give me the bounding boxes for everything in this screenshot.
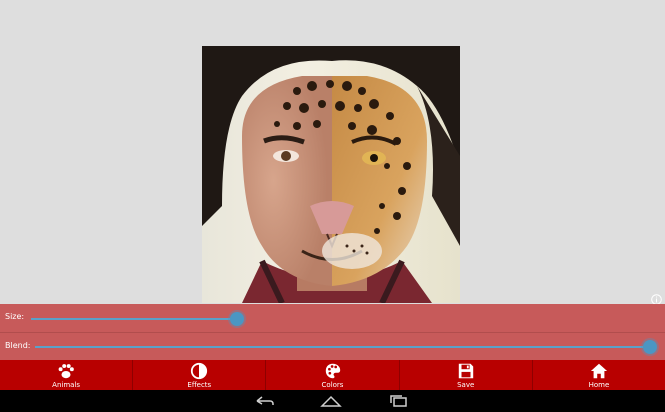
- blend-slider-thumb[interactable]: [643, 340, 657, 354]
- bottom-toolbar: Animals Effects Colors Save Home: [0, 360, 665, 390]
- face-morph-photo: [202, 46, 460, 303]
- size-slider-track[interactable]: [31, 318, 237, 320]
- colors-button[interactable]: Colors: [266, 360, 400, 390]
- save-button[interactable]: Save: [400, 360, 533, 390]
- home-label: Home: [588, 380, 610, 389]
- palette-icon: [325, 363, 340, 378]
- paw-icon: [58, 363, 74, 378]
- save-icon: [458, 363, 473, 378]
- slider-panel: Size: Blend:: [0, 304, 665, 360]
- back-icon[interactable]: [253, 394, 275, 408]
- size-label: Size:: [5, 312, 25, 321]
- nav-home-icon[interactable]: [320, 394, 342, 408]
- effects-label: Effects: [187, 380, 212, 389]
- blend-label: Blend:: [5, 341, 31, 350]
- animals-label: Animals: [52, 380, 81, 389]
- animals-button[interactable]: Animals: [0, 360, 134, 390]
- info-icon[interactable]: [651, 290, 662, 305]
- photo-illustration: [202, 46, 460, 303]
- android-nav-bar: [0, 390, 665, 412]
- home-button[interactable]: Home: [533, 360, 665, 390]
- save-label: Save: [457, 380, 475, 389]
- effects-button[interactable]: Effects: [133, 360, 267, 390]
- size-slider-thumb[interactable]: [230, 312, 244, 326]
- canvas-area: [0, 0, 665, 305]
- size-slider-row: Size:: [0, 304, 665, 332]
- contrast-icon: [191, 362, 208, 379]
- recent-apps-icon[interactable]: [388, 394, 410, 408]
- blend-slider-track[interactable]: [35, 346, 650, 348]
- home-icon: [590, 363, 608, 378]
- colors-label: Colors: [321, 380, 344, 389]
- blend-slider-row: Blend:: [0, 332, 665, 361]
